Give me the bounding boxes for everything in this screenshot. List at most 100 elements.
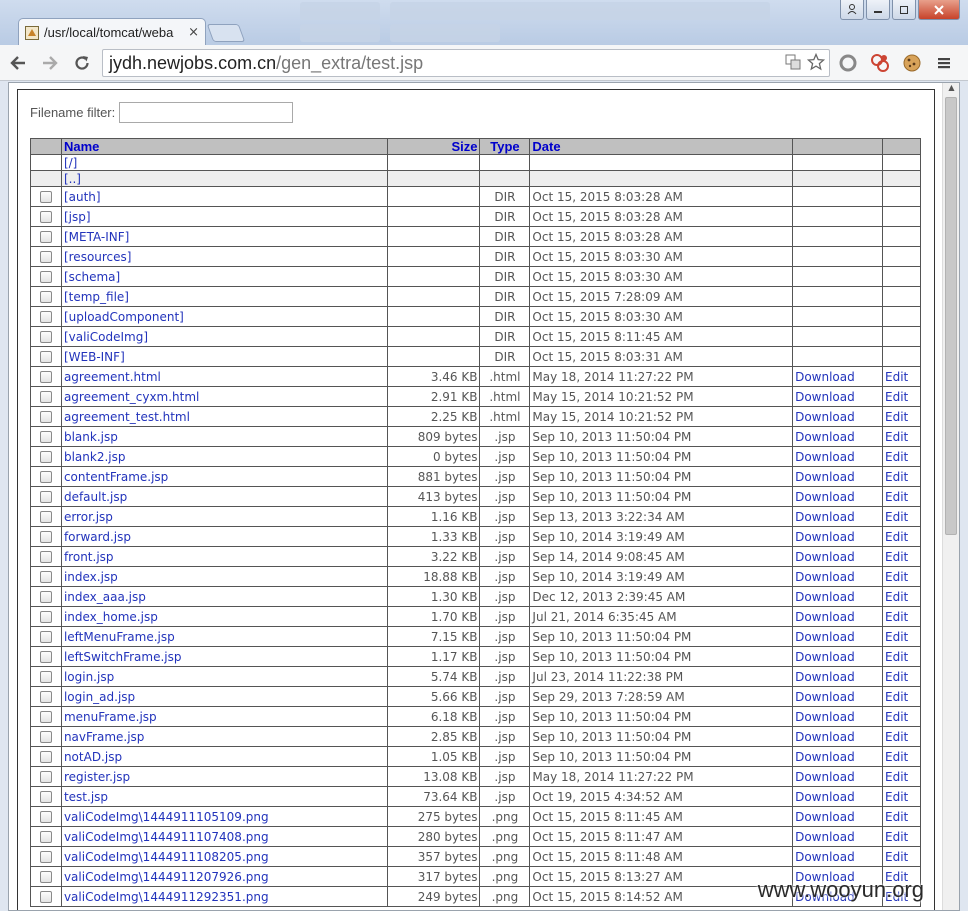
edit-link[interactable]: Edit	[885, 450, 908, 464]
download-link[interactable]: Download	[795, 410, 855, 424]
edit-link[interactable]: Edit	[885, 370, 908, 384]
row-checkbox[interactable]	[39, 331, 52, 343]
download-link[interactable]: Download	[795, 710, 855, 724]
cookie-icon[interactable]	[900, 51, 924, 75]
scroll-thumb[interactable]	[945, 97, 957, 535]
edit-link[interactable]: Edit	[885, 610, 908, 624]
edit-link[interactable]: Edit	[885, 750, 908, 764]
download-link[interactable]: Download	[795, 850, 855, 864]
edit-link[interactable]: Edit	[885, 470, 908, 484]
row-checkbox[interactable]	[39, 691, 52, 703]
row-checkbox[interactable]	[39, 711, 52, 723]
row-checkbox[interactable]	[39, 811, 52, 823]
file-name-link[interactable]: valiCodeImg\1444911105109.png	[64, 810, 269, 824]
row-checkbox[interactable]	[39, 371, 52, 383]
row-checkbox[interactable]	[39, 291, 52, 303]
file-name-link[interactable]: leftMenuFrame.jsp	[64, 630, 175, 644]
download-link[interactable]: Download	[795, 390, 855, 404]
scroll-up-arrow-icon[interactable]: ▲	[943, 83, 959, 97]
row-checkbox[interactable]	[39, 611, 52, 623]
file-name-link[interactable]: error.jsp	[64, 510, 113, 524]
row-checkbox[interactable]	[39, 571, 52, 583]
tab-close-icon[interactable]: ×	[188, 25, 199, 40]
download-link[interactable]: Download	[795, 650, 855, 664]
row-checkbox[interactable]	[39, 671, 52, 683]
edit-link[interactable]: Edit	[885, 630, 908, 644]
download-link[interactable]: Download	[795, 630, 855, 644]
close-window-button[interactable]	[918, 0, 960, 20]
row-checkbox[interactable]	[39, 511, 52, 523]
file-name-link[interactable]: contentFrame.jsp	[64, 470, 168, 484]
row-checkbox[interactable]	[39, 871, 52, 883]
file-name-link[interactable]: navFrame.jsp	[64, 730, 144, 744]
header-size[interactable]: Size	[386, 138, 481, 155]
row-checkbox[interactable]	[39, 411, 52, 423]
file-name-link[interactable]: front.jsp	[64, 550, 114, 564]
download-link[interactable]: Download	[795, 610, 855, 624]
row-checkbox[interactable]	[39, 451, 52, 463]
file-name-link[interactable]: [WEB-INF]	[64, 350, 125, 364]
edit-link[interactable]: Edit	[885, 550, 908, 564]
download-link[interactable]: Download	[795, 670, 855, 684]
download-link[interactable]: Download	[795, 810, 855, 824]
hamburger-menu-icon[interactable]	[932, 51, 956, 75]
file-name-link[interactable]: blank2.jsp	[64, 450, 126, 464]
vertical-scrollbar[interactable]: ▲	[942, 83, 959, 910]
file-name-link[interactable]: [META-INF]	[64, 230, 129, 244]
row-checkbox[interactable]	[39, 231, 52, 243]
edit-link[interactable]: Edit	[885, 730, 908, 744]
file-name-link[interactable]: agreement_test.html	[64, 410, 190, 424]
file-name-link[interactable]: register.jsp	[64, 770, 130, 784]
edit-link[interactable]: Edit	[885, 390, 908, 404]
download-link[interactable]: Download	[795, 690, 855, 704]
translate-icon[interactable]	[785, 54, 801, 75]
row-checkbox[interactable]	[39, 391, 52, 403]
download-link[interactable]: Download	[795, 730, 855, 744]
file-name-link[interactable]: index_home.jsp	[64, 610, 158, 624]
edit-link[interactable]: Edit	[885, 490, 908, 504]
row-checkbox[interactable]	[39, 831, 52, 843]
file-name-link[interactable]: agreement_cyxm.html	[64, 390, 199, 404]
download-link[interactable]: Download	[795, 450, 855, 464]
edit-link[interactable]: Edit	[885, 810, 908, 824]
row-checkbox[interactable]	[39, 251, 52, 263]
download-link[interactable]: Download	[795, 430, 855, 444]
edit-link[interactable]: Edit	[885, 830, 908, 844]
file-name-link[interactable]: index.jsp	[64, 570, 118, 584]
star-icon[interactable]	[806, 52, 826, 76]
edit-link[interactable]: Edit	[885, 850, 908, 864]
row-checkbox[interactable]	[39, 551, 52, 563]
header-type[interactable]: Type	[479, 138, 531, 155]
row-checkbox[interactable]	[39, 591, 52, 603]
edit-link[interactable]: Edit	[885, 710, 908, 724]
row-checkbox[interactable]	[39, 651, 52, 663]
browser-tab[interactable]: /usr/local/tomcat/weba ×	[18, 18, 206, 46]
sort-by-date-link[interactable]: Date	[532, 139, 560, 154]
download-link[interactable]: Download	[795, 490, 855, 504]
network-extension-icon[interactable]	[868, 51, 892, 75]
header-date[interactable]: Date	[529, 138, 794, 155]
edit-link[interactable]: Edit	[885, 790, 908, 804]
row-checkbox[interactable]	[39, 471, 52, 483]
download-link[interactable]: Download	[795, 510, 855, 524]
row-checkbox[interactable]	[39, 631, 52, 643]
file-name-link[interactable]: blank.jsp	[64, 430, 118, 444]
file-name-link[interactable]: valiCodeImg\1444911207926.png	[64, 870, 269, 884]
row-checkbox[interactable]	[39, 531, 52, 543]
download-link[interactable]: Download	[795, 770, 855, 784]
download-link[interactable]: Download	[795, 830, 855, 844]
download-link[interactable]: Download	[795, 370, 855, 384]
row-checkbox[interactable]	[39, 191, 52, 203]
file-name-link[interactable]: [temp_file]	[64, 290, 129, 304]
file-name-link[interactable]: valiCodeImg\1444911108205.png	[64, 850, 269, 864]
file-name-link[interactable]: [schema]	[64, 270, 120, 284]
file-name-link[interactable]: forward.jsp	[64, 530, 131, 544]
file-name-link[interactable]: valiCodeImg\1444911107408.png	[64, 830, 269, 844]
file-name-link[interactable]: [resources]	[64, 250, 132, 264]
file-name-link[interactable]: [auth]	[64, 190, 101, 204]
reload-button[interactable]	[68, 49, 96, 77]
restore-button[interactable]	[892, 0, 916, 20]
file-name-link[interactable]: login_ad.jsp	[64, 690, 135, 704]
edit-link[interactable]: Edit	[885, 410, 908, 424]
edit-link[interactable]: Edit	[885, 590, 908, 604]
